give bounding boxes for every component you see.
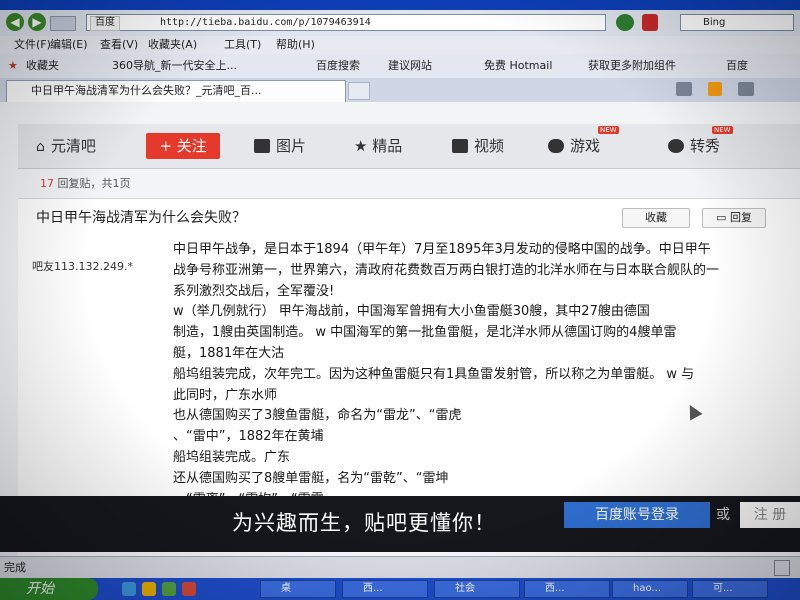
forum-name: 元清吧 (50, 137, 96, 155)
home-icon: ⌂ (36, 139, 45, 155)
post-line: 中日甲午战争，是日本于1894（甲午年）7月至1895年3月发动的侵略中国的战争… (173, 242, 711, 257)
nav-show[interactable]: 转秀 (668, 136, 720, 156)
post-body: 中日甲午战争，是日本于1894（甲午年）7月至1895年3月发动的侵略中国的战争… (173, 240, 793, 510)
post-line: 制造，1艘由英国制造。 w 中国海军的第一批鱼雷艇，是北洋水师从德国订购的4艘单… (173, 325, 677, 341)
window-title-bar (0, 0, 800, 10)
status-bar: 完成 (0, 556, 800, 579)
favorite-link-baidu-search[interactable]: 百度搜索 (316, 54, 360, 78)
new-badge: NEW (598, 126, 619, 134)
star-icon: ★ (8, 59, 18, 72)
print-icon[interactable] (738, 82, 754, 96)
ie-icon[interactable] (122, 582, 136, 596)
home-icon[interactable] (676, 82, 692, 96)
menu-help[interactable]: 帮助(H) (276, 36, 315, 54)
search-box[interactable]: Bing (680, 14, 794, 31)
nav-featured[interactable]: ★ 精品 (354, 136, 402, 156)
favorites-bar: ★ 收藏夹 360导航_新一代安全上... 百度搜索 建议网站 免费 Hotma… (0, 54, 800, 79)
new-badge: NEW (712, 126, 733, 134)
post-line: 船坞组装完成。广东 (173, 449, 291, 465)
post-line: 系列激烈交战后，全军覆没! (173, 283, 335, 299)
post-line: 战争号称亚洲第一，世界第六，清政府花费数百万两白银打造的北洋水师在与日本联合舰队… (173, 262, 720, 278)
search-engine-chip[interactable]: 百度 (90, 16, 120, 31)
post-line: 还从德国购买了8艘单雷艇，名为“雷乾”、“雷坤 (173, 470, 449, 486)
favorite-link-suggested[interactable]: 建议网站 (388, 54, 432, 78)
post-line: 船坞组装完成，次年完工。因为这种鱼雷艇只有1具鱼雷发射管，所以称之为单雷艇。 w… (173, 366, 695, 382)
stop-icon[interactable] (642, 14, 658, 31)
tab-active[interactable]: 中日甲午海战清军为什么会失败？_元清吧_百... (6, 80, 346, 102)
thread-header: 中日甲午海战清军为什么会失败？ 收藏 ▭ 回复 (18, 198, 800, 238)
forward-arrow-icon[interactable]: ▶ (28, 13, 46, 31)
thread-title: 中日甲午海战清军为什么会失败？ (36, 210, 246, 226)
image-icon (254, 139, 270, 153)
favorite-link-hotmail[interactable]: 免费 Hotmail (484, 54, 552, 78)
forum-nav-bar: ⌂ 元清吧 + 关注 图片 ★ 精品 视频 游戏 NEW 转秀 NEW (18, 124, 800, 169)
app-icon[interactable] (162, 582, 176, 596)
banner-slogan: 为兴趣而生，贴吧更懂你！ (232, 511, 496, 535)
login-banner: 为兴趣而生，贴吧更懂你！ 百度账号登录 或 注 册 (0, 496, 800, 552)
taskbar-item[interactable]: 桌 (260, 580, 336, 598)
reply-count: 17 回复贴，共1页 (40, 176, 131, 192)
favorites-button[interactable]: 收藏夹 (26, 54, 59, 78)
poster-name[interactable]: 吧友113.132.249.* (32, 258, 133, 274)
gamepad-icon (548, 139, 564, 153)
taskbar-item[interactable]: 西... (342, 580, 428, 598)
menu-bar: 文件(F) 编辑(E) 查看(V) 收藏夹(A) 工具(T) 帮助(H) (0, 36, 800, 54)
post-line: 此同时，广东水师 (173, 387, 278, 403)
follow-button[interactable]: + 关注 (146, 133, 220, 159)
refresh-icon[interactable] (616, 14, 634, 31)
nav-images[interactable]: 图片 (254, 136, 306, 156)
history-dropdown-icon[interactable] (50, 16, 76, 31)
zoom-icon[interactable] (774, 560, 790, 576)
baidu-login-button[interactable]: 百度账号登录 (564, 502, 710, 528)
or-text: 或 (716, 507, 730, 523)
menu-tools[interactable]: 工具(T) (224, 36, 261, 54)
page-content: ⌂ 元清吧 + 关注 图片 ★ 精品 视频 游戏 NEW 转秀 NEW 17 回复… (0, 102, 800, 556)
comment-icon: ▭ (716, 211, 727, 224)
show-icon (668, 139, 684, 153)
favorite-link-360[interactable]: 360导航_新一代安全上... (112, 54, 237, 78)
favorite-link-addons[interactable]: 获取更多附加组件 (588, 54, 676, 78)
video-icon (452, 139, 468, 153)
nav-games[interactable]: 游戏 (548, 136, 600, 156)
nav-video[interactable]: 视频 (452, 136, 504, 156)
menu-view[interactable]: 查看(V) (100, 36, 138, 54)
back-arrow-icon[interactable]: ◀ (6, 13, 24, 31)
url-text[interactable]: http://tieba.baidu.com/p/1079463914 (160, 16, 371, 29)
favorite-link-baidu[interactable]: 百度 (726, 54, 748, 78)
address-bar-row: ◀ ▶ 百度 http://tieba.baidu.com/p/10794639… (0, 10, 800, 37)
reply-number: 17 (40, 177, 54, 190)
app-icon[interactable] (182, 582, 196, 596)
reply-button[interactable]: ▭ 回复 (702, 208, 766, 228)
folder-icon[interactable] (142, 582, 156, 596)
menu-file[interactable]: 文件(F) (14, 36, 51, 54)
taskbar-item[interactable]: 西... (524, 580, 610, 598)
taskbar-item[interactable]: hao... (612, 580, 688, 598)
reply-count-text: 回复贴，共1页 (57, 177, 131, 190)
taskbar-item[interactable]: 社会 (434, 580, 520, 598)
tab-title: 中日甲午海战清军为什么会失败？_元清吧_百... (31, 84, 262, 97)
tab-bar: 中日甲午海战清军为什么会失败？_元清吧_百... (0, 78, 800, 103)
status-text: 完成 (4, 561, 26, 574)
post-line: 艇，1881年在大沽 (173, 345, 285, 361)
register-button[interactable]: 注 册 (740, 502, 800, 528)
post-line: w（举几例就行） 甲午海战前，中国海军曾拥有大小鱼雷艇30艘，其中27艘由德国 (173, 304, 650, 320)
collect-button[interactable]: 收藏 (622, 208, 690, 228)
star-icon: ★ (354, 137, 368, 155)
taskbar-item[interactable]: 可... (692, 580, 768, 598)
new-tab-button[interactable] (348, 82, 370, 100)
taskbar: 开始 桌 西... 社会 西... hao... 可... (0, 578, 800, 600)
rss-icon[interactable] (708, 82, 722, 96)
forum-home-link[interactable]: ⌂ 元清吧 (36, 136, 96, 157)
menu-edit[interactable]: 编辑(E) (50, 36, 88, 54)
start-button[interactable]: 开始 (0, 578, 98, 600)
post-line: 、“雷中”，1882年在黄埔 (173, 429, 324, 445)
menu-favorites[interactable]: 收藏夹(A) (148, 36, 197, 54)
